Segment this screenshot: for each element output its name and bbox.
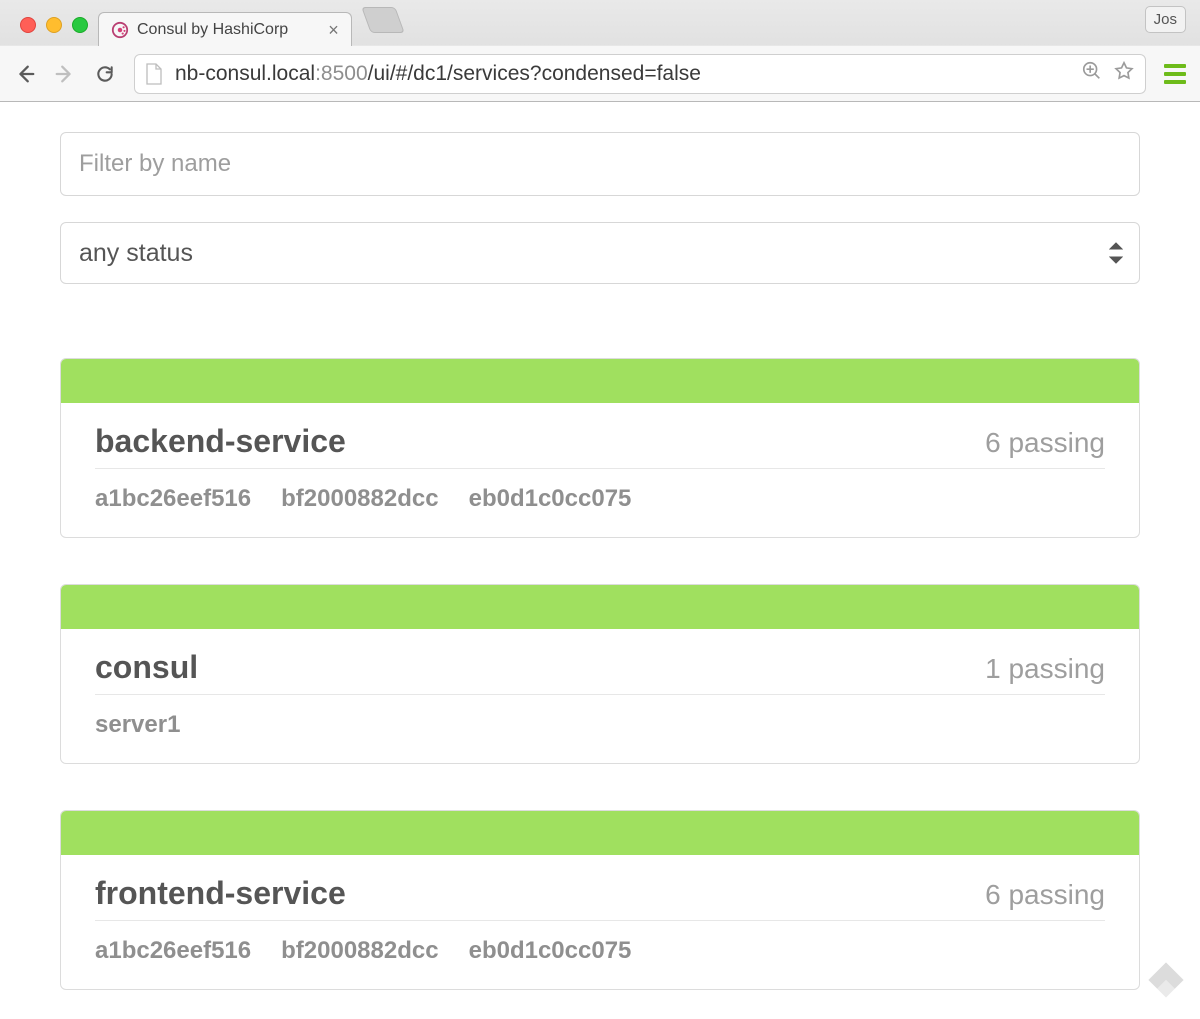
service-node-link[interactable]: a1bc26eef516	[95, 937, 251, 965]
browser-tab-active[interactable]: Consul by HashiCorp ×	[98, 12, 352, 46]
service-status-bar	[61, 585, 1139, 629]
service-card-list: backend-service 6 passing a1bc26eef516 b…	[60, 358, 1140, 990]
tab-close-icon[interactable]: ×	[328, 21, 339, 39]
tab-title: Consul by HashiCorp	[137, 21, 288, 39]
zoom-icon[interactable]	[1081, 60, 1103, 88]
browser-profile-button[interactable]: Jos	[1145, 6, 1186, 33]
extension-badge-icon[interactable]	[1144, 958, 1188, 1007]
bookmark-star-icon[interactable]	[1113, 60, 1135, 88]
service-node-link[interactable]: server1	[95, 711, 180, 739]
tab-strip: Consul by HashiCorp × Jos	[0, 0, 1200, 45]
service-node-link[interactable]: bf2000882dcc	[281, 485, 438, 513]
service-status: 6 passing	[985, 427, 1105, 459]
browser-profile-label: Jos	[1154, 11, 1177, 28]
service-card[interactable]: consul 1 passing server1	[60, 584, 1140, 764]
service-node-link[interactable]: eb0d1c0cc075	[469, 485, 632, 513]
nav-back-button[interactable]	[14, 63, 36, 85]
service-card[interactable]: frontend-service 6 passing a1bc26eef516 …	[60, 810, 1140, 990]
service-name: consul	[95, 649, 198, 686]
service-status-bar	[61, 359, 1139, 403]
filter-status-value: any status	[79, 239, 193, 268]
select-chevron-icon	[1109, 241, 1123, 265]
filter-status-select[interactable]: any status	[60, 222, 1140, 284]
url-path: /ui/#/dc1/services?condensed=false	[368, 62, 701, 85]
browser-toolbar: nb-consul.local:8500/ui/#/dc1/services?c…	[0, 45, 1200, 101]
service-card[interactable]: backend-service 6 passing a1bc26eef516 b…	[60, 358, 1140, 538]
new-tab-button[interactable]	[361, 7, 404, 33]
service-name: frontend-service	[95, 875, 346, 912]
browser-menu-button[interactable]	[1164, 64, 1186, 84]
service-status-bar	[61, 811, 1139, 855]
nav-forward-button[interactable]	[54, 63, 76, 85]
window-controls	[10, 17, 98, 45]
service-node-link[interactable]: eb0d1c0cc075	[469, 937, 632, 965]
service-status: 6 passing	[985, 879, 1105, 911]
url-port: :8500	[315, 62, 368, 85]
window-minimize-icon[interactable]	[46, 17, 62, 33]
service-status: 1 passing	[985, 653, 1105, 685]
tab-favicon-icon	[111, 21, 129, 39]
page-file-icon	[145, 63, 163, 85]
filter-name-input[interactable]	[60, 132, 1140, 196]
service-name: backend-service	[95, 423, 346, 460]
service-node-link[interactable]: a1bc26eef516	[95, 485, 251, 513]
address-bar[interactable]: nb-consul.local:8500/ui/#/dc1/services?c…	[134, 54, 1146, 94]
browser-chrome: Consul by HashiCorp × Jos nb-consul.loca…	[0, 0, 1200, 102]
window-close-icon[interactable]	[20, 17, 36, 33]
url-host: nb-consul.local	[175, 62, 315, 85]
address-bar-url: nb-consul.local:8500/ui/#/dc1/services?c…	[175, 62, 701, 86]
nav-reload-button[interactable]	[94, 63, 116, 85]
page-content: any status backend-service 6 passing a1b…	[0, 102, 1200, 990]
window-zoom-icon[interactable]	[72, 17, 88, 33]
service-node-link[interactable]: bf2000882dcc	[281, 937, 438, 965]
